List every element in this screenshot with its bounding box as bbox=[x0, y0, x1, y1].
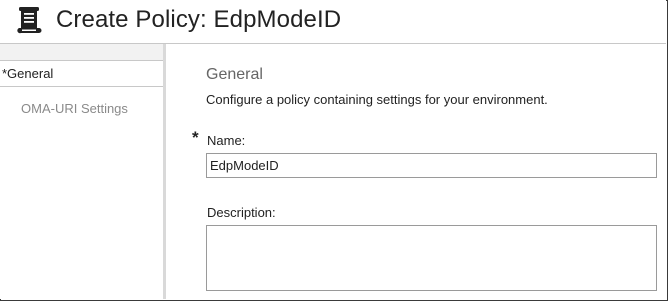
name-label: Name: bbox=[207, 133, 246, 148]
sidebar-spacer bbox=[0, 44, 163, 60]
sidebar: *General OMA-URI Settings bbox=[0, 44, 166, 299]
sidebar-item-oma-uri-settings[interactable]: OMA-URI Settings bbox=[0, 97, 163, 124]
policy-scroll-icon bbox=[16, 5, 46, 35]
sidebar-item-general[interactable]: *General bbox=[0, 60, 163, 87]
title-bar: Create Policy: EdpModeID bbox=[0, 0, 666, 44]
main-panel: General Configure a policy containing se… bbox=[166, 44, 666, 299]
description-field[interactable] bbox=[206, 225, 657, 291]
required-marker: * bbox=[192, 128, 199, 147]
section-title: General bbox=[206, 66, 263, 83]
section-description: Configure a policy containing settings f… bbox=[206, 92, 548, 107]
description-label: Description: bbox=[207, 205, 276, 220]
name-field[interactable] bbox=[206, 153, 657, 178]
sidebar-item-label: OMA-URI Settings bbox=[21, 101, 128, 116]
sidebar-item-label: *General bbox=[2, 66, 54, 81]
page-title: Create Policy: EdpModeID bbox=[56, 6, 342, 33]
